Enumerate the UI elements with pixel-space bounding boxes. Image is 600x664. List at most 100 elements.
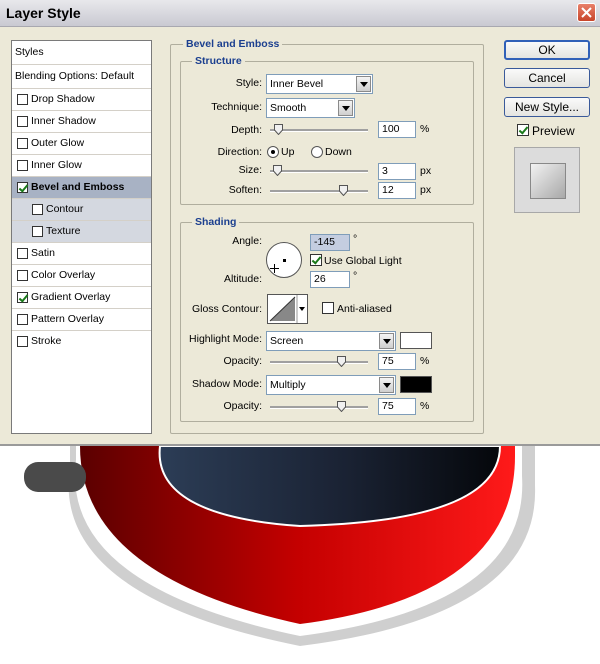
style-item-stroke[interactable]: Stroke bbox=[12, 331, 151, 353]
style-item-outer-glow[interactable]: Outer Glow bbox=[12, 133, 151, 155]
technique-label: Technique: bbox=[211, 101, 262, 113]
use-global-light-label: Use Global Light bbox=[324, 255, 402, 267]
styles-panel: Styles Blending Options: Default Drop Sh… bbox=[11, 40, 152, 434]
slider-track bbox=[270, 406, 368, 409]
size-slider[interactable] bbox=[270, 165, 368, 177]
style-item-satin[interactable]: Satin bbox=[12, 243, 151, 265]
use-global-light-checkbox[interactable] bbox=[310, 254, 322, 266]
gloss-contour-picker[interactable] bbox=[267, 294, 308, 324]
preview-checkbox[interactable] bbox=[517, 124, 529, 136]
soften-input[interactable]: 12 bbox=[378, 182, 416, 199]
technique-select[interactable]: Smooth bbox=[266, 98, 355, 118]
bevel-emboss-title: Bevel and Emboss bbox=[183, 38, 283, 50]
direction-up-radio[interactable] bbox=[267, 146, 279, 158]
size-input[interactable]: 3 bbox=[378, 163, 416, 180]
direction-down-label: Down bbox=[325, 146, 352, 158]
preview-swatch bbox=[530, 163, 566, 199]
stroke-label: Stroke bbox=[31, 335, 62, 347]
bevel-emboss-checkbox[interactable] bbox=[17, 182, 28, 193]
slider-thumb-icon[interactable] bbox=[337, 401, 346, 412]
depth-unit: % bbox=[420, 123, 430, 135]
grey-tab bbox=[24, 462, 86, 492]
depth-slider[interactable] bbox=[270, 124, 368, 136]
slider-thumb-icon[interactable] bbox=[273, 165, 282, 176]
direction-down-radio[interactable] bbox=[311, 146, 323, 158]
blending-options-item[interactable]: Blending Options: Default bbox=[12, 65, 151, 89]
depth-input[interactable]: 100 bbox=[378, 121, 416, 138]
inner-glow-checkbox[interactable] bbox=[17, 160, 28, 171]
technique-select-value: Smooth bbox=[270, 102, 307, 114]
angle-dial-center bbox=[283, 259, 286, 262]
highlight-mode-select[interactable]: Screen bbox=[266, 331, 396, 351]
outer-glow-checkbox[interactable] bbox=[17, 138, 28, 149]
texture-label: Texture bbox=[46, 225, 81, 237]
style-preview-thumbnail bbox=[514, 147, 580, 213]
angle-label: Angle: bbox=[232, 235, 262, 247]
altitude-label: Altitude: bbox=[224, 273, 262, 285]
drop-shadow-label: Drop Shadow bbox=[31, 93, 95, 105]
texture-checkbox[interactable] bbox=[32, 226, 43, 237]
shadow-opacity-slider[interactable] bbox=[270, 401, 368, 413]
close-button[interactable] bbox=[577, 3, 596, 22]
inner-shadow-checkbox[interactable] bbox=[17, 116, 28, 127]
cancel-button[interactable]: Cancel bbox=[504, 68, 590, 88]
slider-thumb-icon[interactable] bbox=[337, 356, 346, 367]
slider-thumb-icon[interactable] bbox=[339, 185, 348, 196]
highlight-color-swatch[interactable] bbox=[400, 332, 432, 349]
style-item-inner-glow[interactable]: Inner Glow bbox=[12, 155, 151, 177]
gradient-overlay-label: Gradient Overlay bbox=[31, 291, 111, 303]
gradient-overlay-checkbox[interactable] bbox=[17, 292, 28, 303]
satin-label: Satin bbox=[31, 247, 55, 259]
slider-track bbox=[270, 170, 368, 173]
style-item-pattern-overlay[interactable]: Pattern Overlay bbox=[12, 309, 151, 331]
anti-aliased-checkbox[interactable] bbox=[322, 302, 334, 314]
shadow-mode-label: Shadow Mode: bbox=[191, 378, 262, 390]
dropdown-arrow-icon bbox=[379, 333, 394, 349]
new-style-button[interactable]: New Style... bbox=[504, 97, 590, 117]
drop-shadow-checkbox[interactable] bbox=[17, 94, 28, 105]
ok-button[interactable]: OK bbox=[504, 40, 590, 60]
pattern-overlay-label: Pattern Overlay bbox=[31, 313, 104, 325]
style-label: Style: bbox=[235, 77, 262, 89]
highlight-opacity-slider[interactable] bbox=[270, 356, 368, 368]
slider-track bbox=[270, 190, 368, 193]
shadow-opacity-input[interactable]: 75 bbox=[378, 398, 416, 415]
soften-label: Soften: bbox=[228, 184, 262, 196]
style-select[interactable]: Inner Bevel bbox=[266, 74, 373, 94]
stroke-checkbox[interactable] bbox=[17, 336, 28, 347]
style-item-color-overlay[interactable]: Color Overlay bbox=[12, 265, 151, 287]
pattern-overlay-checkbox[interactable] bbox=[17, 314, 28, 325]
altitude-input[interactable]: 26 bbox=[310, 271, 350, 288]
angle-unit: ° bbox=[353, 233, 358, 245]
contour-checkbox[interactable] bbox=[32, 204, 43, 215]
soften-slider[interactable] bbox=[270, 185, 368, 197]
style-item-drop-shadow[interactable]: Drop Shadow bbox=[12, 89, 151, 111]
slider-thumb-icon[interactable] bbox=[274, 124, 283, 135]
gloss-contour-icon bbox=[269, 295, 305, 323]
shadow-color-swatch[interactable] bbox=[400, 376, 432, 393]
angle-dial-icon[interactable] bbox=[266, 242, 302, 278]
style-item-inner-shadow[interactable]: Inner Shadow bbox=[12, 111, 151, 133]
close-icon bbox=[581, 7, 592, 18]
angle-input[interactable]: -145 bbox=[310, 234, 350, 251]
style-item-gradient-overlay[interactable]: Gradient Overlay bbox=[12, 287, 151, 309]
highlight-opacity-input[interactable]: 75 bbox=[378, 353, 416, 370]
contour-label: Contour bbox=[46, 203, 84, 215]
shadow-opacity-unit: % bbox=[420, 400, 430, 412]
size-label: Size: bbox=[238, 164, 262, 176]
shadow-mode-select[interactable]: Multiply bbox=[266, 375, 396, 395]
highlight-mode-label: Highlight Mode: bbox=[189, 333, 262, 345]
style-item-contour[interactable]: Contour bbox=[12, 199, 151, 221]
soften-unit: px bbox=[420, 184, 432, 196]
styles-header[interactable]: Styles bbox=[12, 41, 151, 65]
outer-glow-label: Outer Glow bbox=[31, 137, 85, 149]
color-overlay-checkbox[interactable] bbox=[17, 270, 28, 281]
preview-label: Preview bbox=[532, 124, 575, 138]
style-item-bevel-emboss[interactable]: Bevel and Emboss bbox=[12, 177, 151, 199]
gloss-contour-label: Gloss Contour: bbox=[191, 303, 262, 315]
shadow-mode-value: Multiply bbox=[270, 379, 306, 391]
bevel-emboss-label: Bevel and Emboss bbox=[31, 181, 125, 193]
satin-checkbox[interactable] bbox=[17, 248, 28, 259]
altitude-unit: ° bbox=[353, 270, 358, 282]
style-item-texture[interactable]: Texture bbox=[12, 221, 151, 243]
